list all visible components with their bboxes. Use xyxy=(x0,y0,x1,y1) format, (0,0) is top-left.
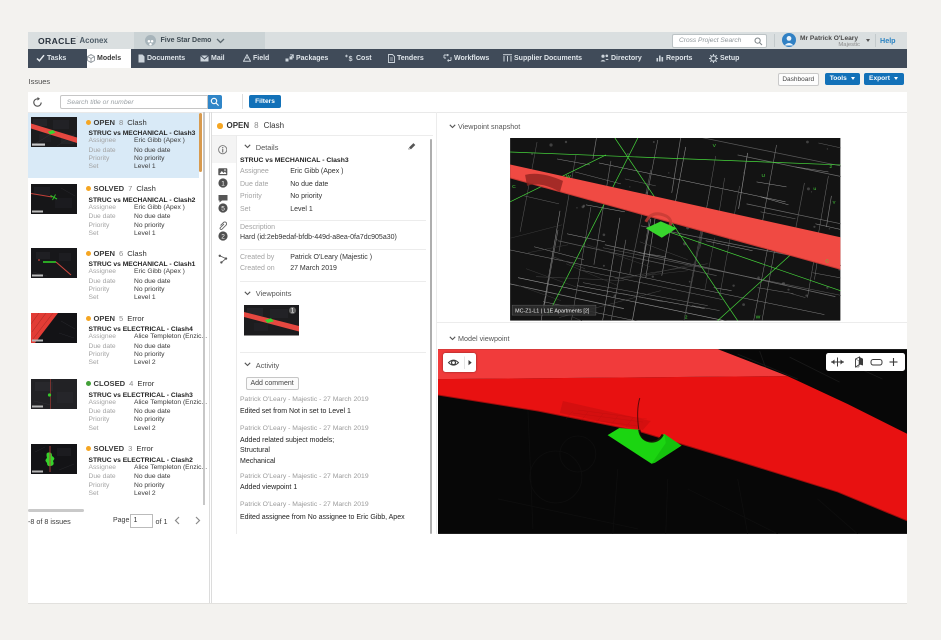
svg-text:C: C xyxy=(513,184,517,190)
svg-text:2: 2 xyxy=(221,233,225,240)
svg-text:5: 5 xyxy=(221,205,225,212)
svg-text:W: W xyxy=(566,174,571,180)
svg-text:C: C xyxy=(826,259,830,265)
svg-text:$: $ xyxy=(349,56,353,62)
svg-text:MC-Z1-L1 | L1E Apartments [2]: MC-Z1-L1 | L1E Apartments [2] xyxy=(515,309,590,315)
svg-text:2: 2 xyxy=(830,164,833,170)
svg-text:2: 2 xyxy=(685,315,688,321)
svg-text:W: W xyxy=(756,315,761,321)
svg-text:U: U xyxy=(762,173,766,179)
svg-text:u: u xyxy=(814,186,817,192)
svg-text:1: 1 xyxy=(221,180,225,187)
